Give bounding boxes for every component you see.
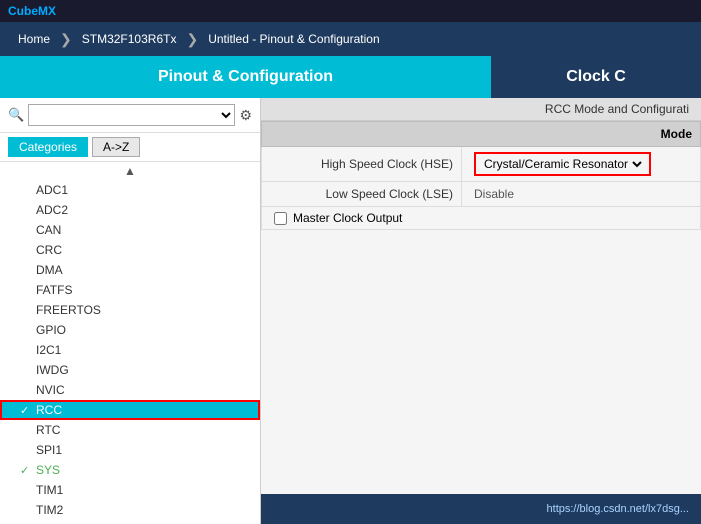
- mode-table: Mode High Speed Clock (HSE) Crystal/Cera…: [261, 121, 701, 230]
- hse-value-cell: Crystal/Ceramic Resonator: [462, 147, 701, 182]
- sidebar-search-bar: 🔍 ⚙: [0, 98, 260, 133]
- content-area: RCC Mode and Configurati Mode High Speed…: [261, 98, 701, 524]
- mode-column-header: Mode: [262, 122, 701, 147]
- hse-row: High Speed Clock (HSE) Crystal/Ceramic R…: [262, 147, 701, 182]
- breadcrumb-sep-2: ❯: [186, 31, 198, 48]
- master-clock-label: Master Clock Output: [293, 211, 402, 225]
- lse-label: Low Speed Clock (LSE): [262, 182, 462, 207]
- hse-label: High Speed Clock (HSE): [262, 147, 462, 182]
- main-area: 🔍 ⚙ Categories A->Z ▲ ADC1 ADC2: [0, 98, 701, 524]
- master-clock-checkbox[interactable]: [274, 212, 287, 225]
- sidebar-item-gpio[interactable]: GPIO: [0, 320, 260, 340]
- content-body: Mode High Speed Clock (HSE) Crystal/Cera…: [261, 121, 701, 494]
- sidebar-item-iwdg[interactable]: IWDG: [0, 360, 260, 380]
- breadcrumb-home[interactable]: Home: [8, 28, 60, 50]
- sidebar-item-adc1[interactable]: ADC1: [0, 180, 260, 200]
- sidebar-item-tim1[interactable]: TIM1: [0, 480, 260, 500]
- scroll-up-arrow[interactable]: ▲: [0, 162, 260, 180]
- check-sys: ✓: [20, 464, 32, 477]
- sidebar-item-nvic[interactable]: NVIC: [0, 380, 260, 400]
- header-tabs: Pinout & Configuration Clock C: [0, 56, 701, 98]
- master-clock-row: Master Clock Output: [262, 207, 701, 230]
- sidebar-item-i2c1[interactable]: I2C1: [0, 340, 260, 360]
- sidebar-item-freertos[interactable]: FREERTOS: [0, 300, 260, 320]
- hse-select[interactable]: Crystal/Ceramic Resonator: [480, 156, 645, 172]
- sidebar-item-fatfs[interactable]: FATFS: [0, 280, 260, 300]
- tab-clock[interactable]: Clock C: [491, 56, 701, 98]
- sidebar-item-rtc[interactable]: RTC: [0, 420, 260, 440]
- top-bar: CubeMX: [0, 0, 701, 22]
- search-input[interactable]: [28, 104, 235, 126]
- tab-az[interactable]: A->Z: [92, 137, 140, 157]
- search-icon: 🔍: [8, 107, 24, 123]
- breadcrumb-sep-1: ❯: [60, 31, 72, 48]
- content-footer: https://blog.csdn.net/lx7dsg...: [261, 494, 701, 524]
- app-title: CubeMX: [8, 4, 56, 18]
- gear-icon[interactable]: ⚙: [239, 107, 252, 124]
- sidebar-tab-bar: Categories A->Z: [0, 133, 260, 162]
- sidebar: 🔍 ⚙ Categories A->Z ▲ ADC1 ADC2: [0, 98, 261, 524]
- lse-value: Disable: [474, 187, 514, 201]
- lse-value-cell: Disable: [462, 182, 701, 207]
- sidebar-list: ADC1 ADC2 CAN CRC DMA FATFS: [0, 180, 260, 524]
- hse-box: Crystal/Ceramic Resonator: [474, 152, 651, 176]
- sidebar-item-sys[interactable]: ✓ SYS: [0, 460, 260, 480]
- master-clock-container: Master Clock Output: [274, 211, 688, 225]
- sidebar-item-tim2[interactable]: TIM2: [0, 500, 260, 520]
- sidebar-item-can[interactable]: CAN: [0, 220, 260, 240]
- tab-pinout[interactable]: Pinout & Configuration: [0, 56, 491, 98]
- sidebar-item-crc[interactable]: CRC: [0, 240, 260, 260]
- breadcrumb: Home ❯ STM32F103R6Tx ❯ Untitled - Pinout…: [0, 22, 701, 56]
- sidebar-item-rcc[interactable]: ✓ RCC: [0, 400, 260, 420]
- breadcrumb-device[interactable]: STM32F103R6Tx: [72, 28, 187, 50]
- footer-url: https://blog.csdn.net/lx7dsg...: [547, 503, 689, 515]
- tab-categories[interactable]: Categories: [8, 137, 88, 157]
- breadcrumb-current: Untitled - Pinout & Configuration: [198, 28, 389, 50]
- sidebar-item-dma[interactable]: DMA: [0, 260, 260, 280]
- check-rcc: ✓: [20, 404, 32, 417]
- sidebar-item-spi1[interactable]: SPI1: [0, 440, 260, 460]
- content-header: RCC Mode and Configurati: [261, 98, 701, 121]
- sidebar-item-tim3[interactable]: TIM3: [0, 520, 260, 524]
- lse-row: Low Speed Clock (LSE) Disable: [262, 182, 701, 207]
- master-clock-cell: Master Clock Output: [262, 207, 701, 230]
- sidebar-item-adc2[interactable]: ADC2: [0, 200, 260, 220]
